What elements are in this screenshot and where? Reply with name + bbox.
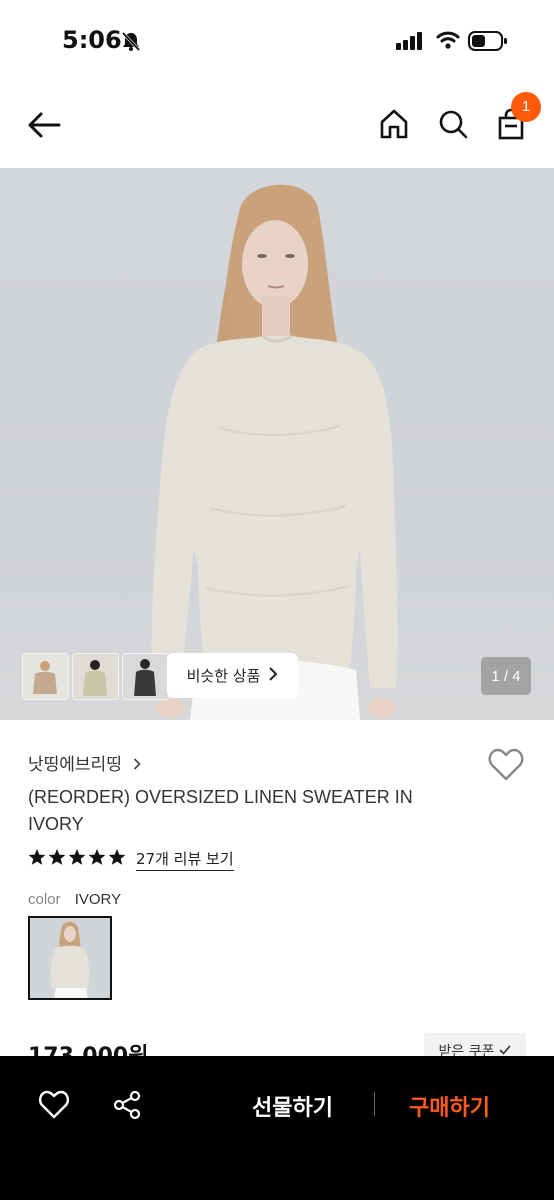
- share-icon[interactable]: [112, 1090, 142, 1125]
- color-label: color: [28, 891, 61, 908]
- top-navigation: 1: [0, 80, 554, 168]
- wishlist-heart-icon[interactable]: [488, 748, 524, 787]
- home-icon[interactable]: [378, 108, 410, 145]
- reviews-link[interactable]: 27개 리뷰 보기: [136, 848, 234, 871]
- thumbnail-strip: [22, 653, 169, 700]
- thumbnail-3[interactable]: [122, 653, 169, 700]
- rating-stars: [28, 848, 128, 871]
- thumbnail-2[interactable]: [72, 653, 119, 700]
- buy-button[interactable]: 구매하기: [409, 1090, 490, 1122]
- chevron-right-icon: [133, 755, 141, 775]
- brand-link[interactable]: 낫띵에브리띵: [28, 750, 141, 775]
- chevron-right-icon: [268, 666, 278, 685]
- battery-icon: [468, 30, 508, 57]
- status-bar: 5:06: [0, 0, 554, 80]
- back-arrow-icon[interactable]: [26, 110, 62, 145]
- product-title: (REORDER) OVERSIZED LINEN SWEATER IN IVO…: [28, 787, 413, 834]
- cart-count-badge: 1: [511, 92, 541, 122]
- thumbnail-1[interactable]: [22, 653, 69, 700]
- brand-name: 낫띵에브리띵: [28, 755, 122, 775]
- search-icon[interactable]: [437, 108, 469, 145]
- color-option-row: color IVORY: [28, 891, 121, 908]
- color-value: IVORY: [74, 891, 122, 908]
- rating-row: 27개 리뷰 보기: [28, 848, 234, 871]
- heart-icon[interactable]: [38, 1090, 70, 1125]
- product-image-gallery[interactable]: 비슷한 상품 1 / 4: [0, 168, 554, 720]
- similar-products-label: 비슷한 상품: [186, 667, 261, 685]
- gift-button[interactable]: 선물하기: [252, 1090, 333, 1122]
- cellular-signal-icon: [396, 32, 424, 55]
- status-time: 5:06: [62, 26, 122, 54]
- product-photo: [151, 184, 398, 720]
- color-swatch-ivory[interactable]: [28, 916, 112, 1000]
- bottom-action-bar: 선물하기 구매하기: [0, 1056, 554, 1200]
- mute-bell-icon: [120, 30, 142, 57]
- similar-products-button[interactable]: 비슷한 상품: [167, 653, 298, 698]
- divider: [374, 1092, 375, 1116]
- image-counter: 1 / 4: [481, 657, 531, 695]
- wifi-icon: [436, 30, 460, 55]
